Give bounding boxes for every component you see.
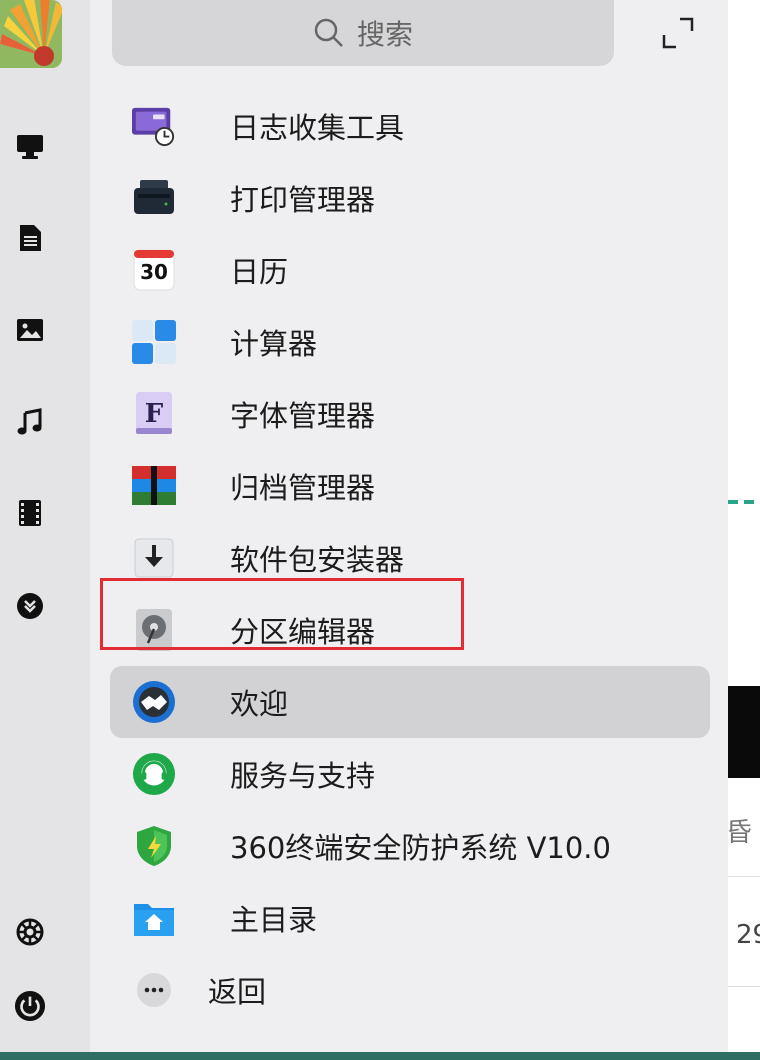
app-label: 计算器	[230, 327, 318, 361]
app-item-360-security[interactable]: 360终端安全防护系统 V10.0	[110, 810, 710, 882]
divider	[728, 986, 760, 987]
package-installer-icon	[132, 536, 176, 580]
shield-icon	[132, 824, 176, 868]
dock-power[interactable]	[14, 990, 46, 1022]
app-label: 日志收集工具	[230, 111, 405, 145]
fragment-number: 29	[736, 920, 760, 950]
search-placeholder: 搜索	[356, 18, 413, 51]
app-label: 打印管理器	[230, 183, 376, 217]
left-dock	[0, 0, 90, 1060]
app-label: 字体管理器	[230, 399, 376, 433]
divider	[728, 876, 760, 877]
dock-computer[interactable]	[14, 130, 46, 162]
gear-icon	[16, 918, 44, 946]
dock-documents[interactable]	[14, 222, 46, 254]
document-icon	[20, 225, 41, 251]
image-icon	[17, 319, 43, 341]
font-letter-text: F	[145, 399, 164, 429]
dock-music[interactable]	[14, 406, 46, 438]
dock-downloads[interactable]	[14, 590, 46, 622]
calculator-icon	[132, 320, 176, 364]
printer-icon	[132, 176, 176, 220]
back-button[interactable]: 返回	[110, 954, 710, 1026]
app-label: 软件包安装器	[230, 543, 405, 577]
headset-icon	[132, 752, 176, 796]
fullscreen-button[interactable]	[660, 15, 696, 51]
app-item-print-manager[interactable]: 打印管理器	[110, 162, 710, 234]
app-label: 360终端安全防护系统 V10.0	[230, 831, 611, 865]
app-label: 主目录	[230, 903, 318, 937]
search-icon	[314, 18, 343, 47]
calendar-icon: 30	[132, 248, 176, 292]
font-icon: F	[132, 392, 176, 436]
background-window-fragment: 昏 29	[728, 0, 760, 1060]
app-label: 归档管理器	[230, 471, 376, 505]
app-item-log-collector[interactable]: 日志收集工具	[110, 90, 710, 162]
launcher-panel: 搜索 日志收集工具 打印管理器 30 日历 计算器 F 字体管理器 归档管理器 …	[90, 0, 728, 1060]
calendar-day-text: 30	[140, 260, 168, 284]
monitor-icon	[17, 135, 43, 159]
handshake-icon	[132, 680, 176, 724]
app-item-home-dir[interactable]: 主目录	[110, 882, 710, 954]
app-label: 服务与支持	[230, 759, 376, 793]
app-item-font-manager[interactable]: F 字体管理器	[110, 378, 710, 450]
search-box[interactable]: 搜索	[112, 0, 614, 66]
app-item-welcome[interactable]: 欢迎	[110, 666, 710, 738]
dock-settings[interactable]	[14, 916, 46, 948]
teal-dash	[728, 500, 738, 504]
home-folder-icon	[132, 896, 176, 940]
log-collector-icon	[132, 104, 176, 148]
app-item-archive-manager[interactable]: 归档管理器	[110, 450, 710, 522]
app-item-calculator[interactable]: 计算器	[110, 306, 710, 378]
expand-icon	[662, 17, 694, 49]
app-item-calendar[interactable]: 30 日历	[110, 234, 710, 306]
archive-icon	[132, 464, 176, 508]
highlight-annotation	[100, 578, 464, 650]
power-icon	[14, 990, 46, 1022]
app-item-service-support[interactable]: 服务与支持	[110, 738, 710, 810]
teal-dash	[744, 500, 754, 504]
back-label: 返回	[208, 975, 267, 1009]
fragment-char: 昏	[728, 818, 753, 848]
film-icon	[19, 500, 41, 526]
app-label: 欢迎	[230, 687, 289, 721]
app-label: 日历	[230, 255, 289, 289]
dock-pictures[interactable]	[14, 314, 46, 346]
taskbar-edge	[0, 1052, 760, 1060]
dock-videos[interactable]	[14, 497, 46, 529]
download-icon	[17, 593, 43, 619]
music-note-icon	[17, 408, 42, 435]
more-dots-icon	[132, 968, 176, 1012]
dark-panel-fragment	[728, 686, 760, 778]
user-avatar[interactable]	[0, 0, 62, 68]
